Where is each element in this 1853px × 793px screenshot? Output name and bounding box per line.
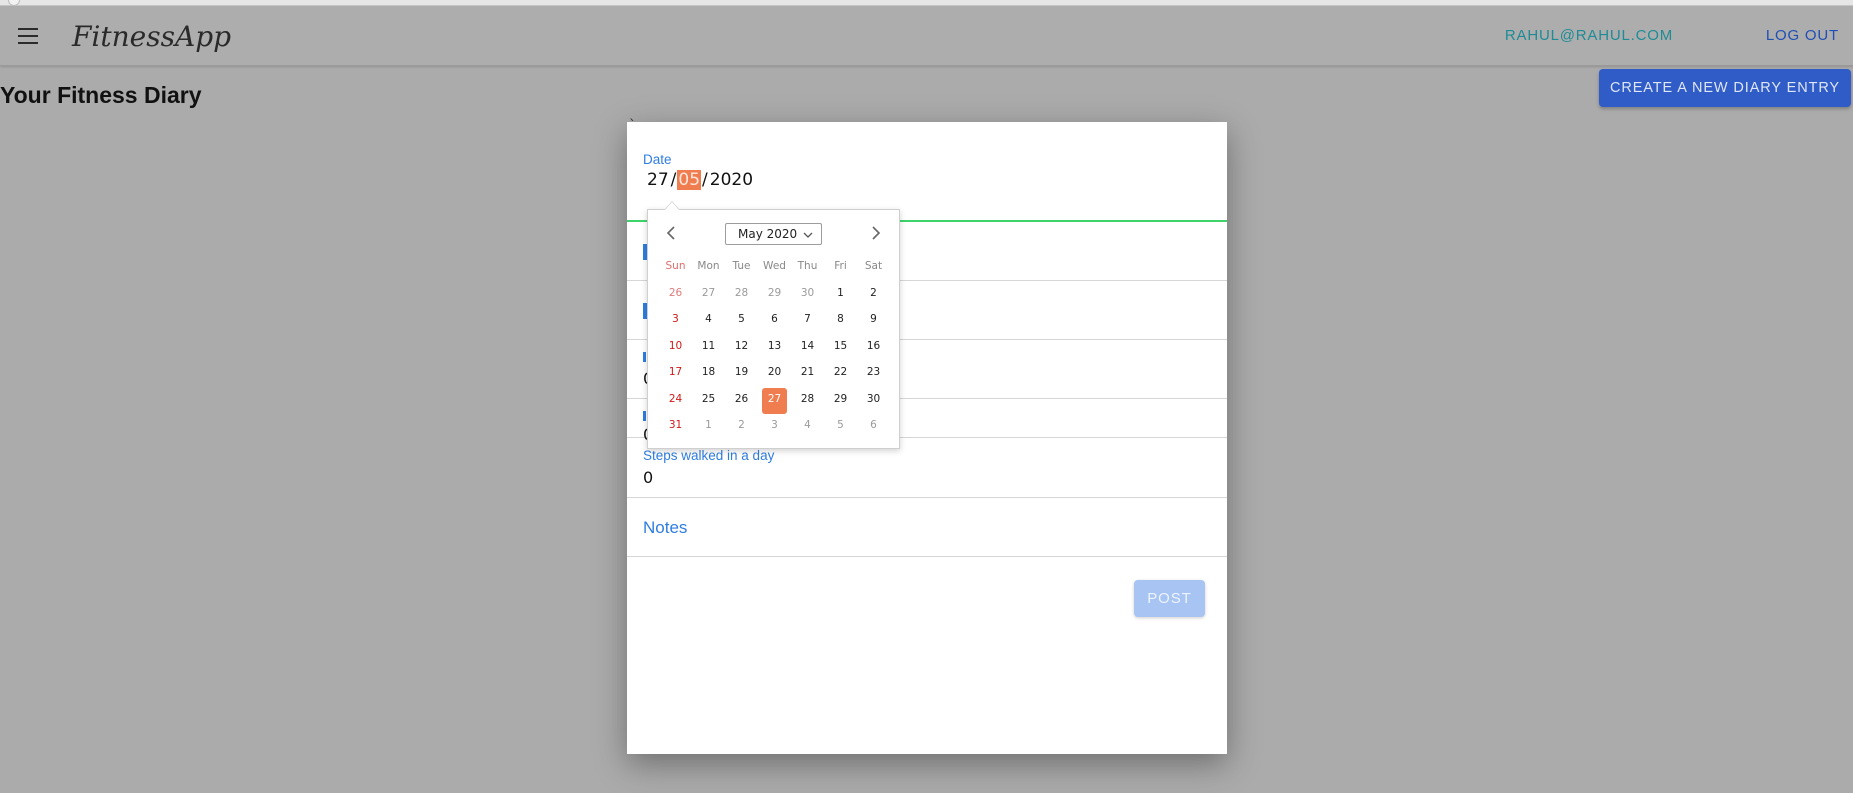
weekday-header: Sun Mon Tue Wed Thu Fri Sat [659, 260, 891, 272]
calendar-pointer [664, 201, 680, 210]
date-separator: / [702, 170, 708, 190]
notes-field[interactable]: Notes [627, 498, 1227, 557]
date-day-segment[interactable]: 27 [646, 170, 670, 190]
calendar-day[interactable]: 8 [824, 308, 857, 334]
calendar-days-grid: 26 27 28 29 30 1 2 3 4 5 6 7 8 9 10 11 1… [659, 282, 891, 440]
chevron-right-icon[interactable] [867, 224, 885, 242]
month-year-select[interactable]: May 2020 [725, 223, 822, 245]
calendar-day[interactable]: 21 [791, 361, 824, 387]
calendar-day[interactable]: 13 [758, 335, 791, 361]
calendar-day[interactable]: 3 [659, 308, 692, 334]
calendar-day[interactable]: 26 [725, 388, 758, 414]
calendar-day[interactable]: 3 [758, 414, 791, 440]
calendar-day[interactable]: 19 [725, 361, 758, 387]
calendar-day[interactable]: 20 [758, 361, 791, 387]
chevron-down-icon [803, 228, 813, 242]
weekday-label: Fri [834, 260, 847, 272]
steps-value[interactable]: 0 [643, 468, 653, 487]
calendar-day[interactable]: 7 [791, 308, 824, 334]
calendar-day[interactable]: 25 [692, 388, 725, 414]
weekday-label: Wed [763, 260, 786, 272]
calendar-day[interactable]: 6 [758, 308, 791, 334]
calendar-day[interactable]: 5 [725, 308, 758, 334]
user-email-link[interactable]: RAHUL@RAHUL.COM [1505, 27, 1673, 44]
date-separator: / [670, 170, 677, 190]
steps-label: Steps walked in a day [643, 448, 775, 463]
calendar-day[interactable]: 18 [692, 361, 725, 387]
date-label: Date [643, 152, 672, 167]
hamburger-menu-icon[interactable] [18, 28, 38, 44]
calendar-day[interactable]: 22 [824, 361, 857, 387]
weekday-label: Sat [864, 260, 883, 272]
calendar-day[interactable]: 11 [692, 335, 725, 361]
date-input[interactable]: 27 / 05 / 2020 [646, 170, 754, 190]
field-label-fragment [643, 411, 646, 421]
app-logo: FitnessApp [72, 20, 232, 53]
calendar-day[interactable]: 27 [692, 282, 725, 308]
calendar-day[interactable]: 29 [824, 388, 857, 414]
calendar-day[interactable]: 31 [659, 414, 692, 440]
calendar-day[interactable]: 9 [857, 308, 890, 334]
logout-button[interactable]: LOG OUT [1766, 27, 1839, 44]
calendar-day[interactable]: 24 [659, 388, 692, 414]
calendar-day[interactable]: 2 [857, 282, 890, 308]
calendar-day[interactable]: 15 [824, 335, 857, 361]
calendar-day[interactable]: 14 [791, 335, 824, 361]
calendar-day[interactable]: 1 [692, 414, 725, 440]
calendar-day[interactable]: 29 [758, 282, 791, 308]
date-year-segment[interactable]: 2020 [709, 170, 754, 190]
calendar-day[interactable]: 6 [857, 414, 890, 440]
app-bar: FitnessApp RAHUL@RAHUL.COM LOG OUT [0, 6, 1853, 66]
chevron-left-icon[interactable] [662, 224, 680, 242]
create-diary-entry-button[interactable]: CREATE A NEW DIARY ENTRY [1599, 69, 1851, 107]
calendar-day[interactable]: 4 [692, 308, 725, 334]
weekday-label: Sun [665, 260, 686, 272]
field-label-fragment [643, 352, 646, 362]
calendar-day[interactable]: 5 [824, 414, 857, 440]
weekday-label: Thu [797, 260, 818, 272]
calendar-day[interactable]: 23 [857, 361, 890, 387]
month-year-label: May 2020 [738, 227, 798, 241]
calendar-day[interactable]: 10 [659, 335, 692, 361]
page-title: Your Fitness Diary [0, 82, 202, 108]
calendar-day[interactable]: 12 [725, 335, 758, 361]
calendar-day[interactable]: 17 [659, 361, 692, 387]
calendar-day[interactable]: 30 [791, 282, 824, 308]
notes-label: Notes [643, 518, 688, 537]
calendar-day[interactable]: 30 [857, 388, 890, 414]
calendar-day-selected[interactable]: 27 [762, 387, 787, 414]
diary-entry-dialog: ` Date 27 / 05 / 2020 0 0 Steps walked i… [627, 118, 1227, 754]
calendar-day[interactable]: 1 [824, 282, 857, 308]
calendar-day[interactable]: 16 [857, 335, 890, 361]
calendar-day[interactable]: 4 [791, 414, 824, 440]
weekday-label: Mon [697, 260, 720, 272]
calendar-day[interactable]: 28 [725, 282, 758, 308]
calendar-day[interactable]: 2 [725, 414, 758, 440]
date-month-segment[interactable]: 05 [677, 170, 702, 190]
stray-backtick-text: ` [629, 118, 636, 134]
post-button[interactable]: POST [1134, 580, 1205, 617]
calendar-day[interactable]: 26 [659, 282, 692, 308]
date-picker-calendar: May 2020 Sun Mon Tue Wed Thu Fri Sat 26 … [647, 201, 900, 449]
weekday-label: Tue [732, 260, 751, 272]
calendar-day[interactable]: 28 [791, 388, 824, 414]
